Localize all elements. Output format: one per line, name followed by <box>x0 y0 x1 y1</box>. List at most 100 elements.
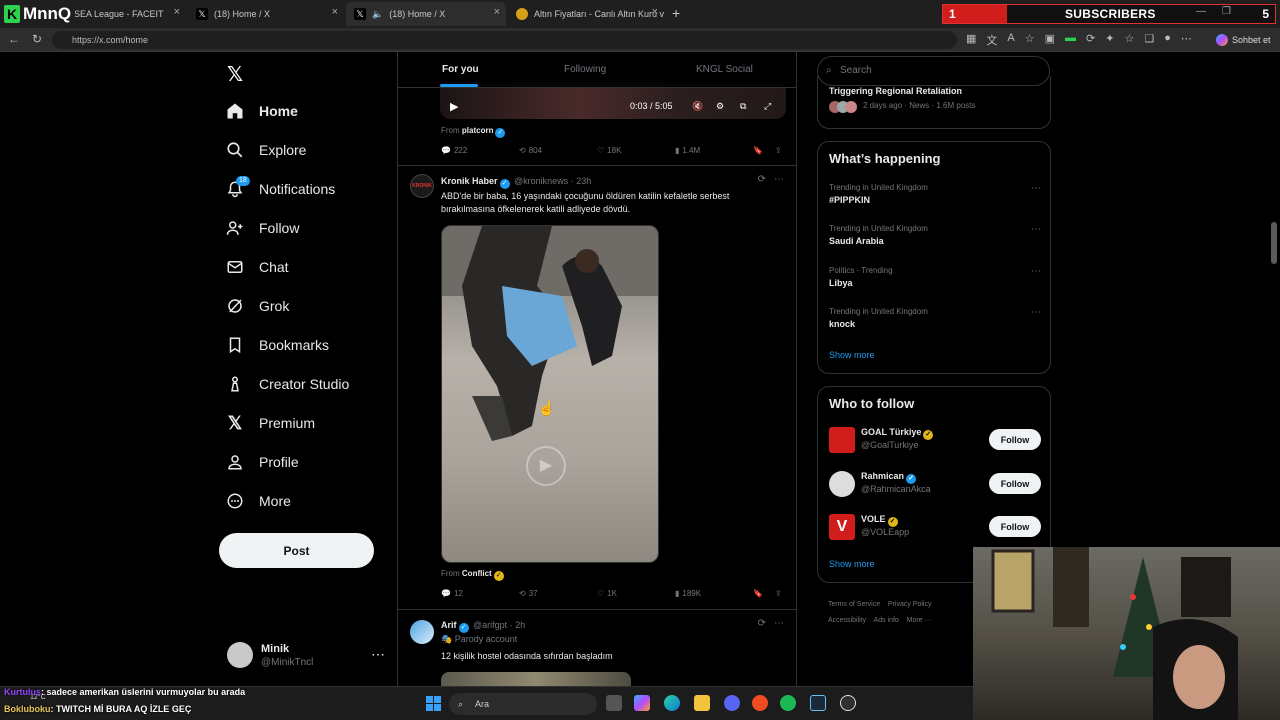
nav-bookmarks[interactable]: Bookmarks <box>225 328 329 362</box>
copilot-icon[interactable] <box>634 695 650 711</box>
share-button[interactable]: ⇪ <box>775 589 782 598</box>
author-handle[interactable]: @kroniknews <box>514 176 568 186</box>
footer-link[interactable]: Accessibility <box>828 617 866 624</box>
bookmark-button[interactable]: 🔖 <box>753 146 763 155</box>
post-time[interactable]: 2h <box>515 620 525 630</box>
windows-start-icon[interactable] <box>426 696 441 711</box>
footer-link[interactable]: Ads info <box>874 617 899 624</box>
trend-item[interactable]: Politics · Trending Libya ⋯ <box>829 266 1041 288</box>
nav-explore[interactable]: Explore <box>225 133 306 167</box>
translate-icon[interactable]: 文 <box>986 32 997 48</box>
tab-following[interactable]: Following <box>564 64 606 75</box>
more-dots-icon[interactable]: ⋯ <box>774 618 784 629</box>
more-dots-icon[interactable]: ⋯ <box>1031 224 1041 235</box>
nav-notifications[interactable]: 18 Notifications <box>225 172 335 206</box>
nav-chat[interactable]: Chat <box>225 250 289 284</box>
follow-button[interactable]: Follow <box>989 516 1041 537</box>
like-button[interactable]: ♡ 1K <box>597 589 617 598</box>
read-aloud-icon[interactable]: A <box>1007 32 1014 48</box>
extension-icon[interactable]: ▣ <box>1045 32 1055 48</box>
close-tab-icon[interactable]: × <box>332 6 338 18</box>
nav-premium[interactable]: 𝕏 Premium <box>225 406 315 440</box>
green-extension-icon[interactable]: ▬ <box>1065 32 1076 48</box>
speaker-icon[interactable]: 🔈 <box>372 9 383 20</box>
copilot-chat-button[interactable]: Sohbet et <box>1216 31 1271 49</box>
minimize-icon[interactable]: — <box>1196 6 1206 17</box>
restore-icon[interactable]: ❐ <box>1222 6 1231 17</box>
tab-for-you[interactable]: For you <box>442 64 479 75</box>
refresh-icon[interactable]: ↻ <box>32 32 42 46</box>
grok-analyze-icon[interactable]: ⟳ <box>758 174 766 185</box>
browser-tab-altin[interactable]: Altın Fiyatları - Canlı Altın Kuru ve × <box>508 2 664 26</box>
scrollbar-thumb[interactable] <box>1271 222 1277 264</box>
more-dots-icon[interactable]: ⋯ <box>1031 183 1041 194</box>
more-dots-icon[interactable]: ⋯ <box>371 646 385 663</box>
news-item[interactable]: Triggering Regional Retaliation 2 days a… <box>829 86 1041 113</box>
close-tab-icon[interactable]: × <box>652 6 658 18</box>
post-video-media[interactable]: ▶ <box>441 225 659 563</box>
x-logo-icon[interactable]: 𝕏 <box>227 62 243 86</box>
nav-creator-studio[interactable]: Creator Studio <box>225 367 349 401</box>
nav-home[interactable]: Home <box>225 94 298 128</box>
browser-tab-x-home[interactable]: 𝕏 (18) Home / X × <box>188 2 344 26</box>
author-name[interactable]: Kronik Haber <box>441 176 498 186</box>
obs-icon[interactable] <box>840 695 856 711</box>
task-view-icon[interactable] <box>606 695 622 711</box>
show-more-link[interactable]: Show more <box>829 559 875 569</box>
nav-follow[interactable]: Follow <box>225 211 299 245</box>
nav-more[interactable]: More <box>225 484 291 518</box>
reply-button[interactable]: 💬 222 <box>441 146 467 155</box>
fullscreen-icon[interactable]: ⤢ <box>764 101 771 112</box>
bookmark-button[interactable]: 🔖 <box>753 589 763 598</box>
footer-link[interactable]: More ··· <box>907 617 932 624</box>
favorite-star-icon[interactable]: ☆ <box>1025 32 1035 48</box>
repost-button[interactable]: ⟲ 804 <box>519 146 542 155</box>
views-button[interactable]: ▮ 1.4M <box>675 146 700 155</box>
trend-item[interactable]: Trending in United Kingdom Saudi Arabia ⋯ <box>829 224 1041 246</box>
repost-button[interactable]: ⟲ 37 <box>519 589 538 598</box>
post-button[interactable]: Post <box>219 533 374 568</box>
source-name[interactable]: platcorn <box>462 126 494 135</box>
taskbar-search[interactable]: ⌕ Ara <box>449 693 597 715</box>
apps-icon[interactable]: ▦ <box>966 32 976 48</box>
play-icon[interactable]: ▶ <box>526 446 566 486</box>
collections-icon[interactable]: ❏ <box>1144 32 1154 48</box>
follow-suggestion[interactable]: V VOLE ✓ @VOLEapp Follow <box>829 512 1041 542</box>
steam-icon[interactable] <box>810 695 826 711</box>
profile-avatar-icon[interactable]: ● <box>1164 32 1171 48</box>
follow-suggestion[interactable]: GOAL Türkiye ✓ @GoalTurkiye Follow <box>829 425 1041 455</box>
author-handle[interactable]: @arifgpt <box>473 620 507 630</box>
post-time[interactable]: 23h <box>576 176 591 186</box>
file-explorer-icon[interactable] <box>694 695 710 711</box>
trend-item[interactable]: Trending in United Kingdom #PIPPKIN ⋯ <box>829 183 1041 205</box>
like-button[interactable]: ♡ 18K <box>597 146 621 155</box>
follow-button[interactable]: Follow <box>989 429 1041 450</box>
refresh-extension-icon[interactable]: ⟳ <box>1086 32 1095 48</box>
reply-button[interactable]: 💬 12 <box>441 589 463 598</box>
account-switcher[interactable]: Minik @MinikTncl ⋯ <box>227 640 387 676</box>
footer-link[interactable]: Privacy Policy <box>888 601 932 608</box>
favorites-icon[interactable]: ☆ <box>1124 32 1134 48</box>
menu-dots-icon[interactable]: ⋯ <box>1181 32 1192 48</box>
nav-profile[interactable]: Profile <box>225 445 299 479</box>
show-more-link[interactable]: Show more <box>829 350 875 360</box>
discord-icon[interactable] <box>724 695 740 711</box>
edge-browser-icon[interactable] <box>664 695 680 711</box>
settings-gear-icon[interactable]: ⚙ <box>716 101 724 112</box>
follow-button[interactable]: Follow <box>989 473 1041 494</box>
source-name[interactable]: Conflict <box>462 569 492 578</box>
more-dots-icon[interactable]: ⋯ <box>1031 266 1041 277</box>
nav-grok[interactable]: Grok <box>225 289 289 323</box>
close-tab-icon[interactable]: × <box>174 6 180 18</box>
grok-analyze-icon[interactable]: ⟳ <box>758 618 766 629</box>
url-field[interactable]: https://x.com/home <box>52 31 957 49</box>
more-dots-icon[interactable]: ⋯ <box>1031 307 1041 318</box>
back-icon[interactable]: ← <box>8 32 20 46</box>
author-name[interactable]: Arif <box>441 620 457 630</box>
post-media-preview[interactable] <box>441 672 631 686</box>
mute-icon[interactable]: 🔇 <box>692 101 703 112</box>
spotify-icon[interactable] <box>780 695 796 711</box>
puzzle-icon[interactable]: ✦ <box>1105 32 1114 48</box>
post-arif[interactable]: Arif ✓ @arifgpt · 2h ⟳ ⋯ 🎭 Parody account… <box>398 610 796 686</box>
play-icon[interactable]: ▶ <box>450 100 458 113</box>
